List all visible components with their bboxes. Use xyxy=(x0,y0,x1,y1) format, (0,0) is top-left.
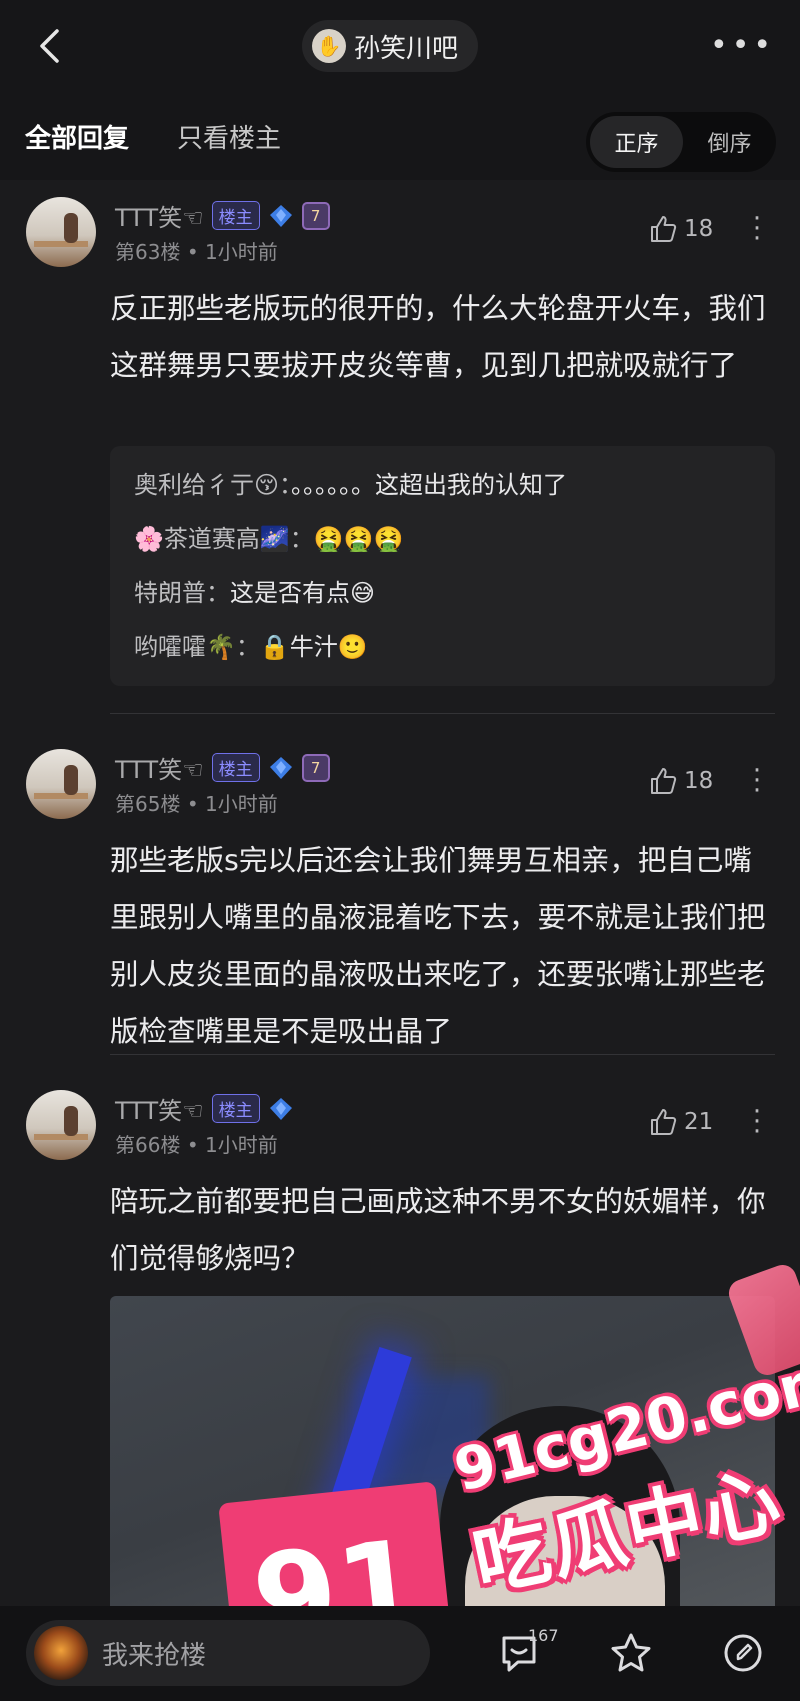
like-button[interactable]: 18 xyxy=(648,214,713,244)
sub-replies-box[interactable]: 奥利给彳亍😚：。。。。。。这超出我的认知了 🌸茶道赛高🌌：🤮🤮🤮 特朗普：这是否… xyxy=(110,446,775,686)
chevron-left-icon xyxy=(40,29,59,63)
diamond-icon xyxy=(269,204,292,227)
floor-number: 第63楼 xyxy=(115,240,181,264)
post-author-row: TTT笑☜ 楼主 xyxy=(115,1091,294,1126)
post-time: 1小时前 xyxy=(204,792,278,816)
owner-badge: 楼主 xyxy=(211,201,260,230)
post-more-button[interactable]: · · · xyxy=(752,206,762,252)
tab-all-replies[interactable]: 全部回复 xyxy=(25,118,129,155)
diamond-icon xyxy=(269,1097,292,1120)
like-button[interactable]: 21 xyxy=(648,1107,713,1137)
post-author-row: TTT笑☜ 楼主 7 xyxy=(115,750,330,785)
avatar[interactable] xyxy=(26,197,96,267)
top-bar: ✋ 孙笑川吧 ••• 全部回复 只看楼主 正序 倒序 xyxy=(0,0,800,180)
level-badge: 7 xyxy=(301,201,330,230)
divider xyxy=(110,713,775,714)
thumbs-up-icon xyxy=(651,216,677,242)
sub-reply: 🌸茶道赛高🌌：🤮🤮🤮 xyxy=(134,525,404,553)
thumbs-up-icon xyxy=(651,1109,677,1135)
hand-icon: ✋ xyxy=(312,29,346,63)
post-author-row: TTT笑☜ 楼主 7 xyxy=(115,198,330,233)
post-more-button[interactable]: · · · xyxy=(752,758,762,804)
post-meta: 第65楼 • 1小时前 xyxy=(115,788,278,817)
back-button[interactable] xyxy=(30,26,70,66)
post-time: 1小时前 xyxy=(204,1133,278,1157)
post-content: 反正那些老版玩的很开的，什么大轮盘开火车，我们这群舞男只要拔开皮炎等曹，见到几把… xyxy=(110,292,766,382)
sort-order-toggle: 正序 倒序 xyxy=(586,112,776,172)
comment-count: 167 xyxy=(528,1626,559,1645)
edit-icon[interactable] xyxy=(720,1630,766,1676)
thumbs-up-icon xyxy=(651,768,677,794)
post-time: 1小时前 xyxy=(204,240,278,264)
username[interactable]: TTT笑☜ xyxy=(115,750,204,785)
tab-owner-only[interactable]: 只看楼主 xyxy=(177,118,281,155)
reply-placeholder: 我来抢楼 xyxy=(102,1640,207,1671)
dot-separator: • xyxy=(186,240,205,264)
reply-filter-tabs: 全部回复 只看楼主 xyxy=(25,118,281,155)
owner-badge: 楼主 xyxy=(211,1094,260,1123)
like-count: 18 xyxy=(684,768,714,794)
owner-badge: 楼主 xyxy=(211,753,260,782)
username[interactable]: TTT笑☜ xyxy=(115,1091,204,1126)
dot-separator: • xyxy=(186,792,205,816)
like-button[interactable]: 18 xyxy=(648,766,713,796)
reply-input[interactable]: 我来抢楼 xyxy=(26,1620,430,1686)
floor-number: 第65楼 xyxy=(115,792,181,816)
post-meta: 第63楼 • 1小时前 xyxy=(115,236,278,265)
sub-reply: 哟嚯嚯🌴：🔒牛汁🙂 xyxy=(134,633,368,661)
avatar[interactable] xyxy=(26,749,96,819)
level-badge: 7 xyxy=(301,753,330,782)
dot-separator: • xyxy=(186,1133,205,1157)
my-avatar xyxy=(34,1626,88,1680)
forum-title-pill[interactable]: ✋ 孙笑川吧 xyxy=(302,20,479,72)
sort-descending-button[interactable]: 倒序 xyxy=(683,116,776,168)
post-content: 那些老版s完以后还会让我们舞男互相亲，把自己嘴里跟别人嘴里的晶液混着吃下去，要不… xyxy=(110,844,766,1048)
avatar[interactable] xyxy=(26,1090,96,1160)
post-more-button[interactable]: · · · xyxy=(752,1099,762,1145)
bottom-bar: 我来抢楼 167 xyxy=(0,1606,800,1701)
sub-reply: 特朗普：这是否有点😅 xyxy=(134,579,376,607)
star-icon[interactable] xyxy=(608,1630,654,1676)
like-count: 21 xyxy=(684,1109,714,1135)
diamond-icon xyxy=(269,756,292,779)
post-meta: 第66楼 • 1小时前 xyxy=(115,1129,278,1158)
like-count: 18 xyxy=(684,216,714,242)
post-content: 陪玩之前都要把自己画成这种不男不女的妖媚样，你们觉得够烧吗？ xyxy=(110,1185,766,1275)
forum-name: 孙笑川吧 xyxy=(354,33,459,64)
floor-number: 第66楼 xyxy=(115,1133,181,1157)
sub-reply: 奥利给彳亍😚：。。。。。。这超出我的认知了 xyxy=(134,471,568,499)
more-options-button[interactable]: ••• xyxy=(710,28,775,63)
divider xyxy=(110,1054,775,1055)
username[interactable]: TTT笑☜ xyxy=(115,198,204,233)
sort-ascending-button[interactable]: 正序 xyxy=(590,116,683,168)
